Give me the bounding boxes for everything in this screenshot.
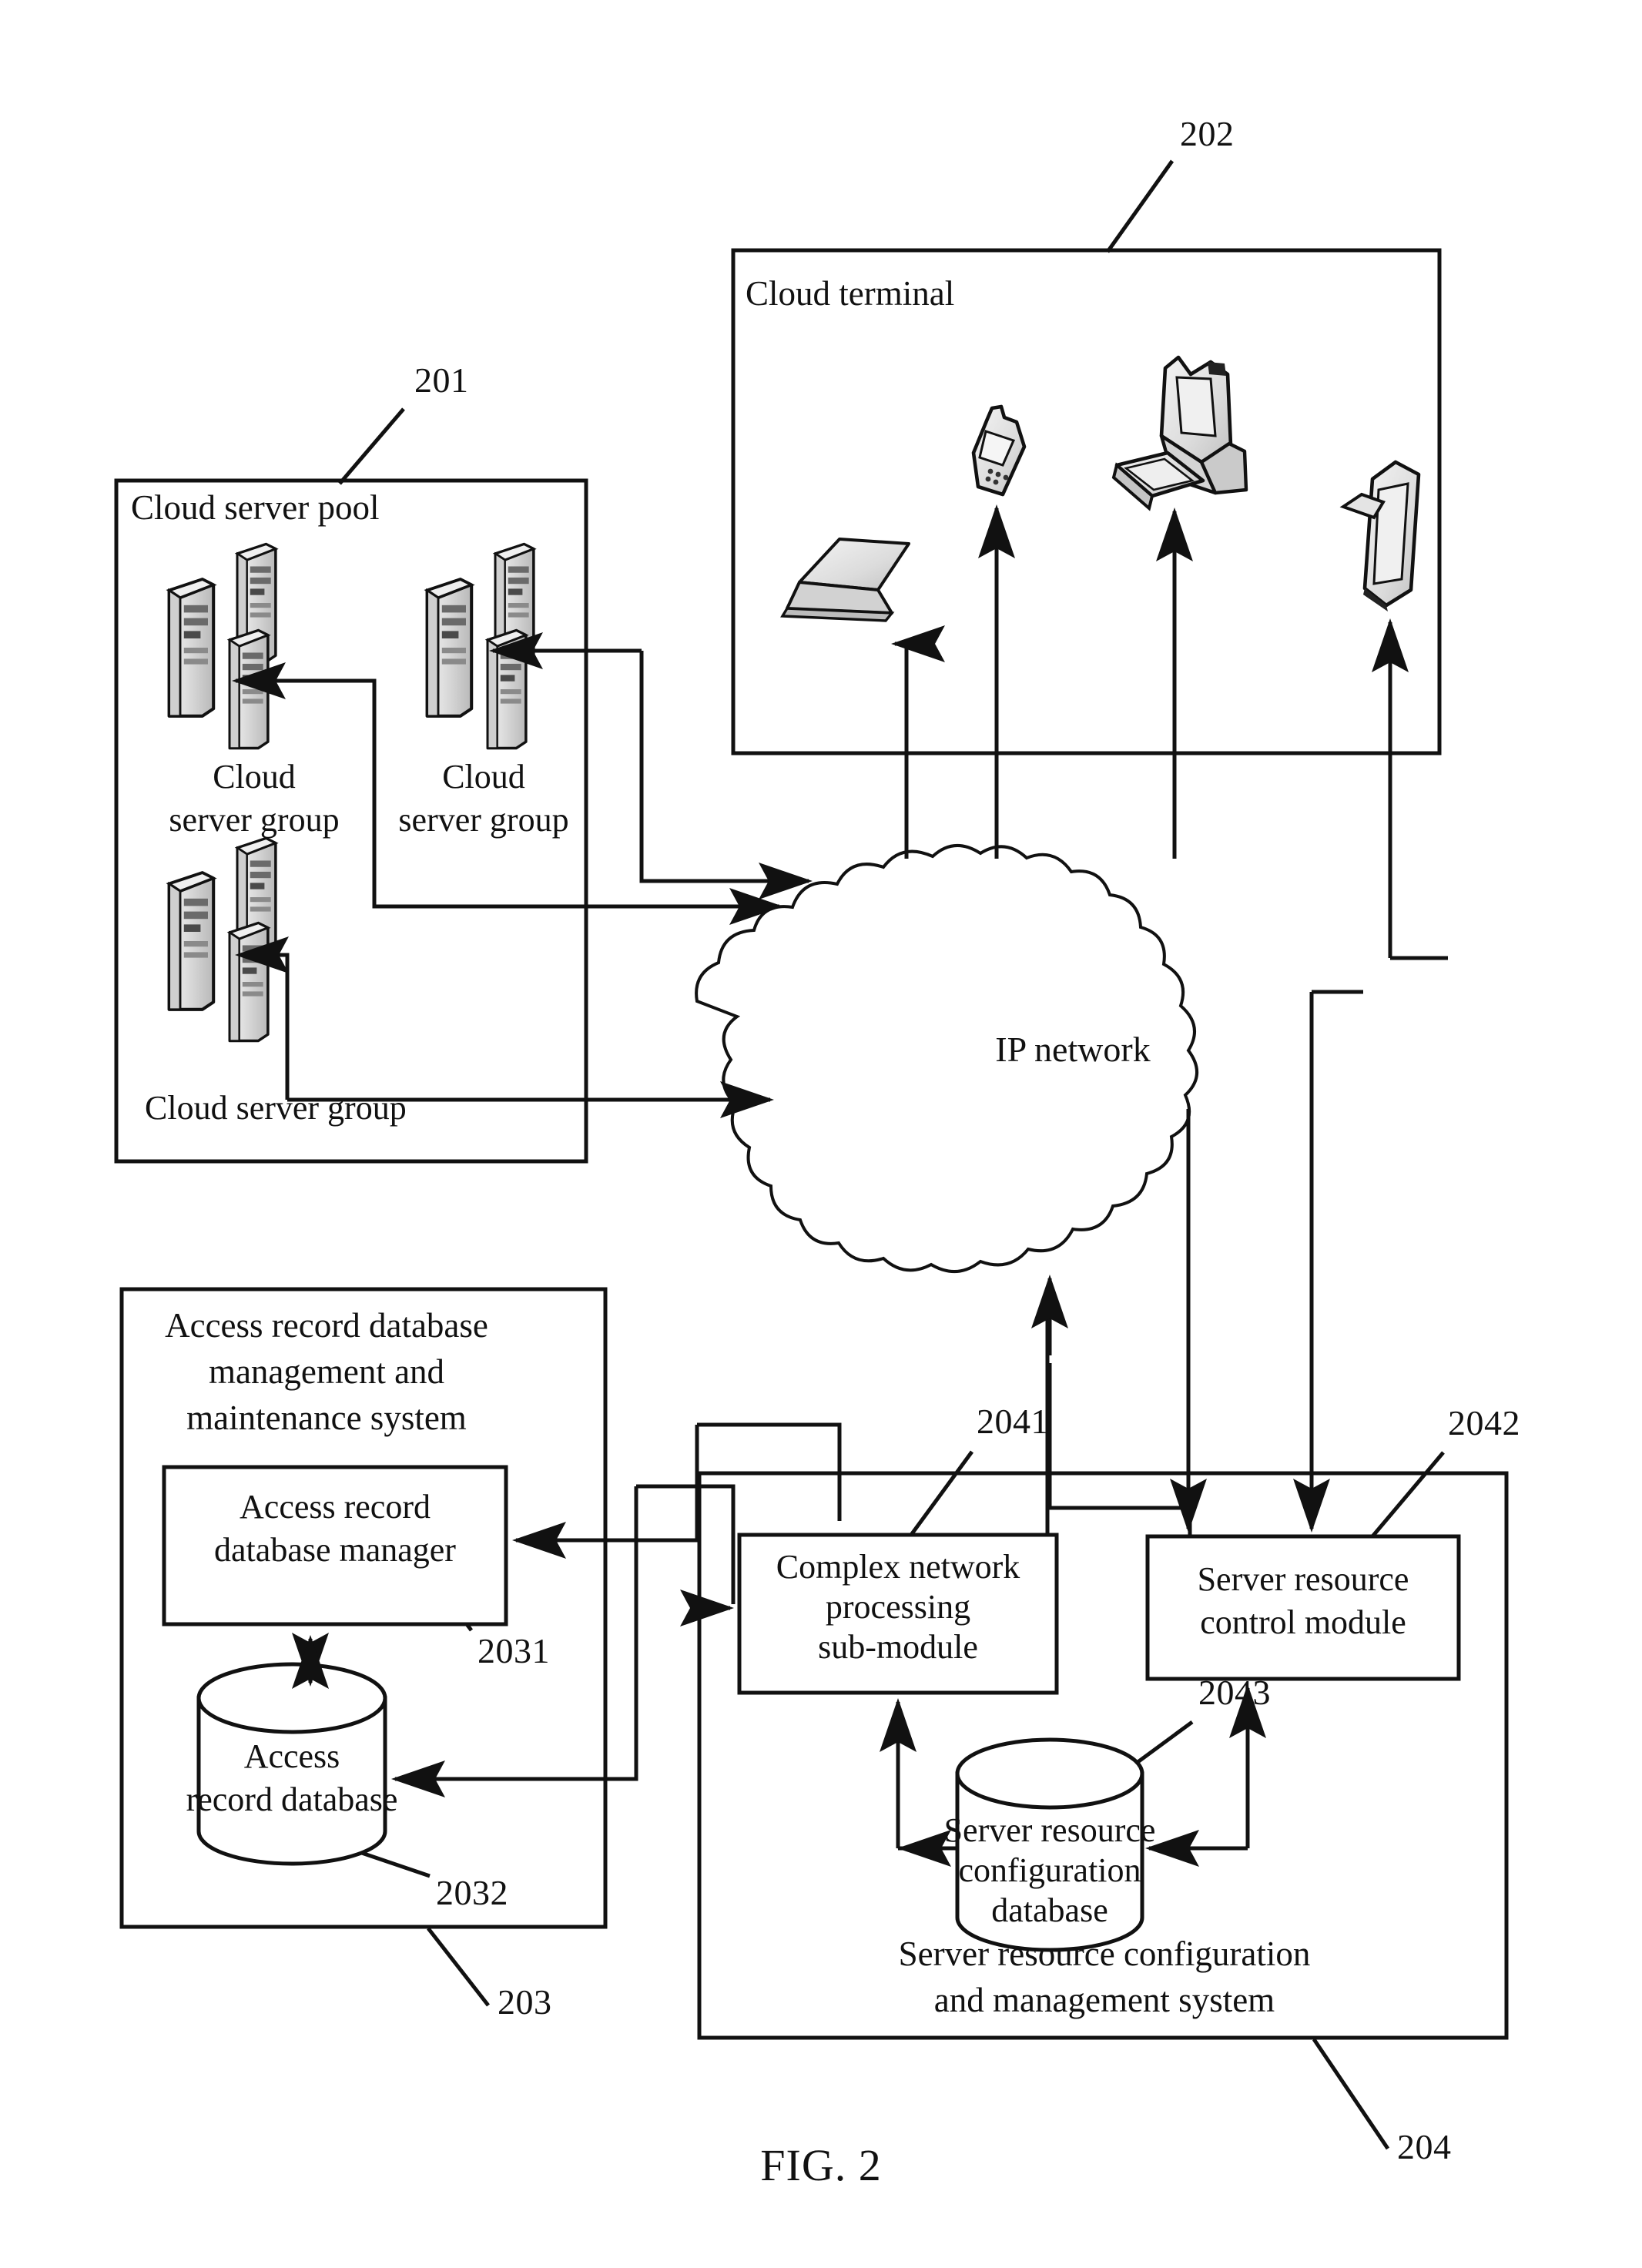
server-group-top-left-label-line1: Cloud [213,758,296,796]
leader-203 [427,1927,490,2007]
figure-caption: FIG. 2 [760,2140,882,2190]
desktop-computer-icon [1111,355,1248,511]
complex-network-processing-submodule-label-line3: sub-module [818,1628,978,1666]
leader-201 [338,407,405,485]
access-record-system-title-line3: maintenance system [186,1399,467,1437]
ref-2043: 2043 [1198,1673,1271,1712]
laptop-icon [780,538,910,622]
cloud-terminal-title: Cloud terminal [746,274,955,313]
access-record-database-label-line1: Access [243,1737,340,1775]
ref-2032: 2032 [436,1873,508,1912]
access-record-database-manager-label-line1: Access record [240,1488,431,1526]
server-resource-configuration-database-label-line2: configuration [958,1851,1141,1889]
server-resource-control-module-label-line1: Server resource [1197,1560,1409,1598]
server-resource-system-title-line2: and management system [933,1981,1275,2019]
server-group-top-left-label-line2: server group [169,801,340,839]
ref-202: 202 [1180,114,1235,153]
leader-2041 [909,1450,974,1536]
access-record-database-manager-label-line2: database manager [214,1531,456,1569]
access-record-system-title-line2: management and [208,1352,445,1391]
server-resource-system-title-line1: Server resource configuration [898,1935,1311,1973]
access-record-database-label-line2: record database [186,1781,398,1818]
ref-204: 204 [1397,2127,1452,2166]
server-resource-configuration-database-label-line3: database [991,1891,1108,1929]
mobile-phone-icon [971,404,1027,497]
patent-figure-page: 202 201 203 204 2031 2032 2041 2042 2043… [0,0,1642,2268]
leader-204 [1312,2038,1390,2150]
leader-2042 [1371,1451,1445,1538]
arrow-pool-to-network-upper [639,651,813,900]
ip-network-label: IP network [995,1030,1151,1069]
server-group-top-right-label-line2: server group [398,801,569,839]
cloud-server-group-top-left-icons [169,542,277,750]
server-resource-control-module-label-line2: control module [1200,1603,1406,1641]
ref-201: 201 [414,360,469,400]
cloud-server-group-top-right-icons [427,542,535,750]
arrow-submodule-riser [1047,1363,1192,1535]
diagram-canvas [114,159,1509,2150]
ref-2042: 2042 [1448,1403,1520,1442]
ref-2041: 2041 [977,1402,1049,1441]
cloud-terminal-box [731,248,1442,755]
leader-202 [1105,159,1175,253]
ref-2031: 2031 [478,1631,550,1670]
arrow-to-access-record-database-feed [636,1484,736,1604]
cloud-server-group-bottom-icons [169,836,277,1043]
complex-network-processing-submodule-label-line1: Complex network [776,1548,1020,1586]
server-resource-configuration-database-label-line1: Server resource [943,1811,1156,1849]
access-record-system-title-line1: Access record database [165,1306,488,1345]
server-group-bottom-label: Cloud server group [145,1089,407,1127]
complex-network-processing-submodule-label-line2: processing [825,1588,971,1626]
ref-203: 203 [498,1982,552,2022]
cloud-server-pool-title: Cloud server pool [131,488,380,527]
server-group-top-right-label-line1: Cloud [442,758,525,796]
tablet-icon [1339,460,1421,611]
